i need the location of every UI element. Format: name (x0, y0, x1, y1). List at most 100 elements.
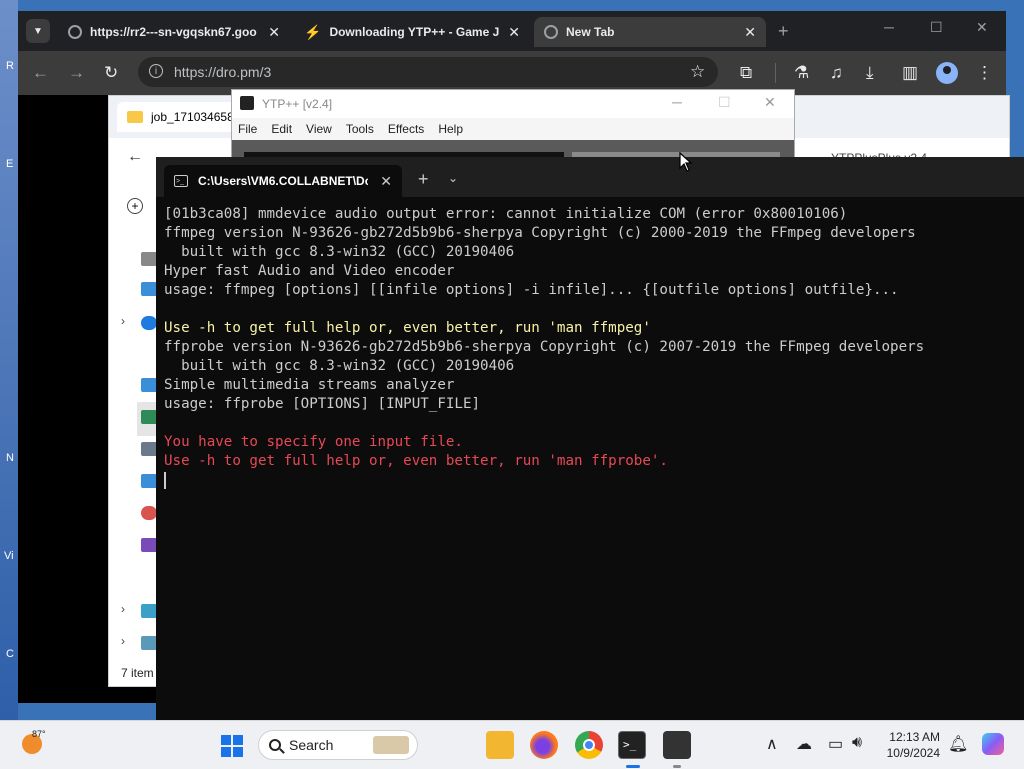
bell-icon[interactable]: 🔔︎ (948, 734, 968, 754)
menu-icon[interactable]: ⋮ (976, 63, 993, 83)
download-icon[interactable]: ⤓ (866, 63, 874, 83)
close-icon[interactable]: ✕ (508, 24, 520, 41)
menu-edit[interactable]: Edit (271, 122, 292, 136)
start-button[interactable] (221, 735, 243, 757)
minimize-button[interactable]: ─ (672, 94, 682, 110)
back-icon[interactable]: ← (127, 148, 143, 166)
sidepanel-icon[interactable]: ▥ (902, 63, 918, 83)
labs-icon[interactable]: ⚗ (794, 63, 809, 83)
address-text[interactable]: https://dro.pm/3 (174, 64, 271, 80)
reload-icon[interactable]: ↻ (104, 63, 118, 83)
new-tab-button[interactable]: + (418, 169, 429, 190)
desktop-icon-label[interactable]: R (6, 60, 14, 72)
clock-date: 10/9/2024 (886, 746, 940, 760)
profile-icon[interactable] (936, 62, 958, 84)
clock[interactable]: 12:13 AM 10/9/2024 (876, 729, 940, 761)
info-icon[interactable]: i (149, 64, 163, 78)
desktop-icon-label[interactable]: N (6, 452, 14, 464)
weather-temperature[interactable]: 87° (32, 729, 46, 739)
mouse-pointer-icon (679, 152, 693, 172)
menu-view[interactable]: View (306, 122, 332, 136)
terminal-line: built with gcc 8.3-win32 (GCC) 20190406 (164, 358, 515, 374)
tab-title: Downloading YTP++ - Game J (329, 25, 500, 39)
chrome-tab-active[interactable]: New Tab ✕ (534, 17, 766, 47)
back-icon[interactable]: ← (32, 63, 49, 83)
extensions-icon[interactable]: ⧉ (740, 63, 752, 83)
network-off-icon[interactable]: ☁ (796, 734, 812, 754)
chrome-tab[interactable]: https://rr2---sn-vgqskn67.goo ✕ (58, 17, 290, 47)
menu-tools[interactable]: Tools (346, 122, 374, 136)
taskbar-search[interactable]: Search (258, 730, 418, 760)
videos-icon[interactable] (141, 538, 157, 552)
explorer-tab-title: job_171034658 (151, 110, 234, 124)
close-window-button[interactable]: ✕ (976, 19, 988, 36)
minimize-button[interactable]: ─ (884, 19, 894, 35)
terminal-line: usage: ffprobe [OPTIONS] [INPUT_FILE] (164, 396, 481, 412)
address-bar[interactable]: i https://dro.pm/3 ☆ (138, 57, 718, 87)
chrome-tab[interactable]: ⚡ Downloading YTP++ - Game J ✕ (294, 17, 530, 47)
close-icon[interactable]: ✕ (268, 24, 280, 41)
display-icon[interactable]: ▭ (828, 734, 843, 754)
desktop-icon-label[interactable]: C (6, 648, 14, 660)
file-explorer-icon[interactable] (486, 731, 514, 759)
ytp-logo-icon (240, 96, 254, 110)
close-window-button[interactable]: ✕ (764, 94, 776, 111)
terminal-icon: >_ (174, 175, 188, 187)
search-placeholder: Search (289, 737, 334, 753)
terminal-prompt-line[interactable] (164, 471, 1014, 490)
copilot-icon[interactable] (982, 733, 1004, 755)
clock-time: 12:13 AM (889, 730, 940, 744)
chrome-tab-strip: ▼ https://rr2---sn-vgqskn67.goo ✕ ⚡ Down… (18, 11, 1006, 51)
chevron-right-icon[interactable]: › (121, 602, 125, 616)
terminal-line: Simple multimedia streams analyzer (164, 377, 455, 393)
volume-icon[interactable]: 🔊︎ (852, 734, 862, 752)
desktop-icon-label[interactable]: Vi (4, 550, 14, 562)
terminal-icon[interactable]: >_ (618, 731, 646, 759)
menu-effects[interactable]: Effects (388, 122, 424, 136)
toolbar-divider (775, 63, 776, 83)
terminal-line: [01b3ca08] mmdevice audio output error: … (164, 206, 848, 222)
chevron-right-icon[interactable]: › (121, 314, 125, 328)
firefox-icon[interactable] (530, 731, 558, 759)
terminal-line: Use -h to get full help or, even better,… (164, 320, 651, 336)
onedrive-icon[interactable] (141, 316, 157, 330)
media-icon[interactable]: ♫ (830, 63, 843, 83)
new-tab-button[interactable]: + (778, 21, 789, 42)
folder-icon (127, 111, 143, 123)
close-icon[interactable]: ✕ (380, 173, 392, 190)
chevron-down-icon[interactable]: ⌄ (448, 171, 458, 185)
gallery-icon[interactable] (141, 282, 157, 296)
terminal-output[interactable]: [01b3ca08] mmdevice audio output error: … (164, 205, 1014, 490)
forward-icon[interactable]: → (68, 63, 85, 83)
home-icon[interactable] (141, 252, 157, 266)
terminal-line: Hyper fast Audio and Video encoder (164, 263, 455, 279)
search-icon (269, 739, 281, 751)
tab-search-button[interactable]: ▼ (26, 19, 50, 43)
search-highlight-icon (373, 736, 409, 754)
chrome-icon[interactable] (575, 731, 603, 759)
menu-help[interactable]: Help (438, 122, 463, 136)
pictures-icon[interactable] (141, 474, 157, 488)
star-icon[interactable]: ☆ (690, 62, 705, 82)
ytp-icon[interactable] (663, 731, 691, 759)
documents-icon[interactable] (141, 442, 157, 456)
desktop-folder-icon[interactable] (141, 378, 157, 392)
maximize-button[interactable]: ☐ (930, 19, 943, 36)
ytp-window: YTP++ [v2.4] ─ ☐ ✕ File Edit View Tools … (231, 89, 795, 161)
music-icon[interactable] (141, 506, 157, 520)
new-icon[interactable]: + (127, 198, 143, 214)
terminal-tab[interactable]: >_ C:\Users\VM6.COLLABNET\Dc ✕ (164, 165, 402, 197)
explorer-tab[interactable]: job_171034658 (117, 102, 247, 132)
network-icon[interactable] (141, 636, 157, 650)
chevron-up-icon[interactable]: ∧ (766, 734, 778, 754)
downloads-icon[interactable] (141, 410, 157, 424)
chevron-right-icon[interactable]: › (121, 634, 125, 648)
this-pc-icon[interactable] (141, 604, 157, 618)
ytp-menubar: File Edit View Tools Effects Help (232, 118, 794, 140)
desktop-icon-label[interactable]: E (6, 158, 13, 170)
menu-file[interactable]: File (238, 122, 257, 136)
close-icon[interactable]: ✕ (744, 24, 756, 41)
maximize-button[interactable]: ☐ (718, 94, 731, 111)
ytp-window-title: YTP++ [v2.4] (262, 97, 333, 111)
